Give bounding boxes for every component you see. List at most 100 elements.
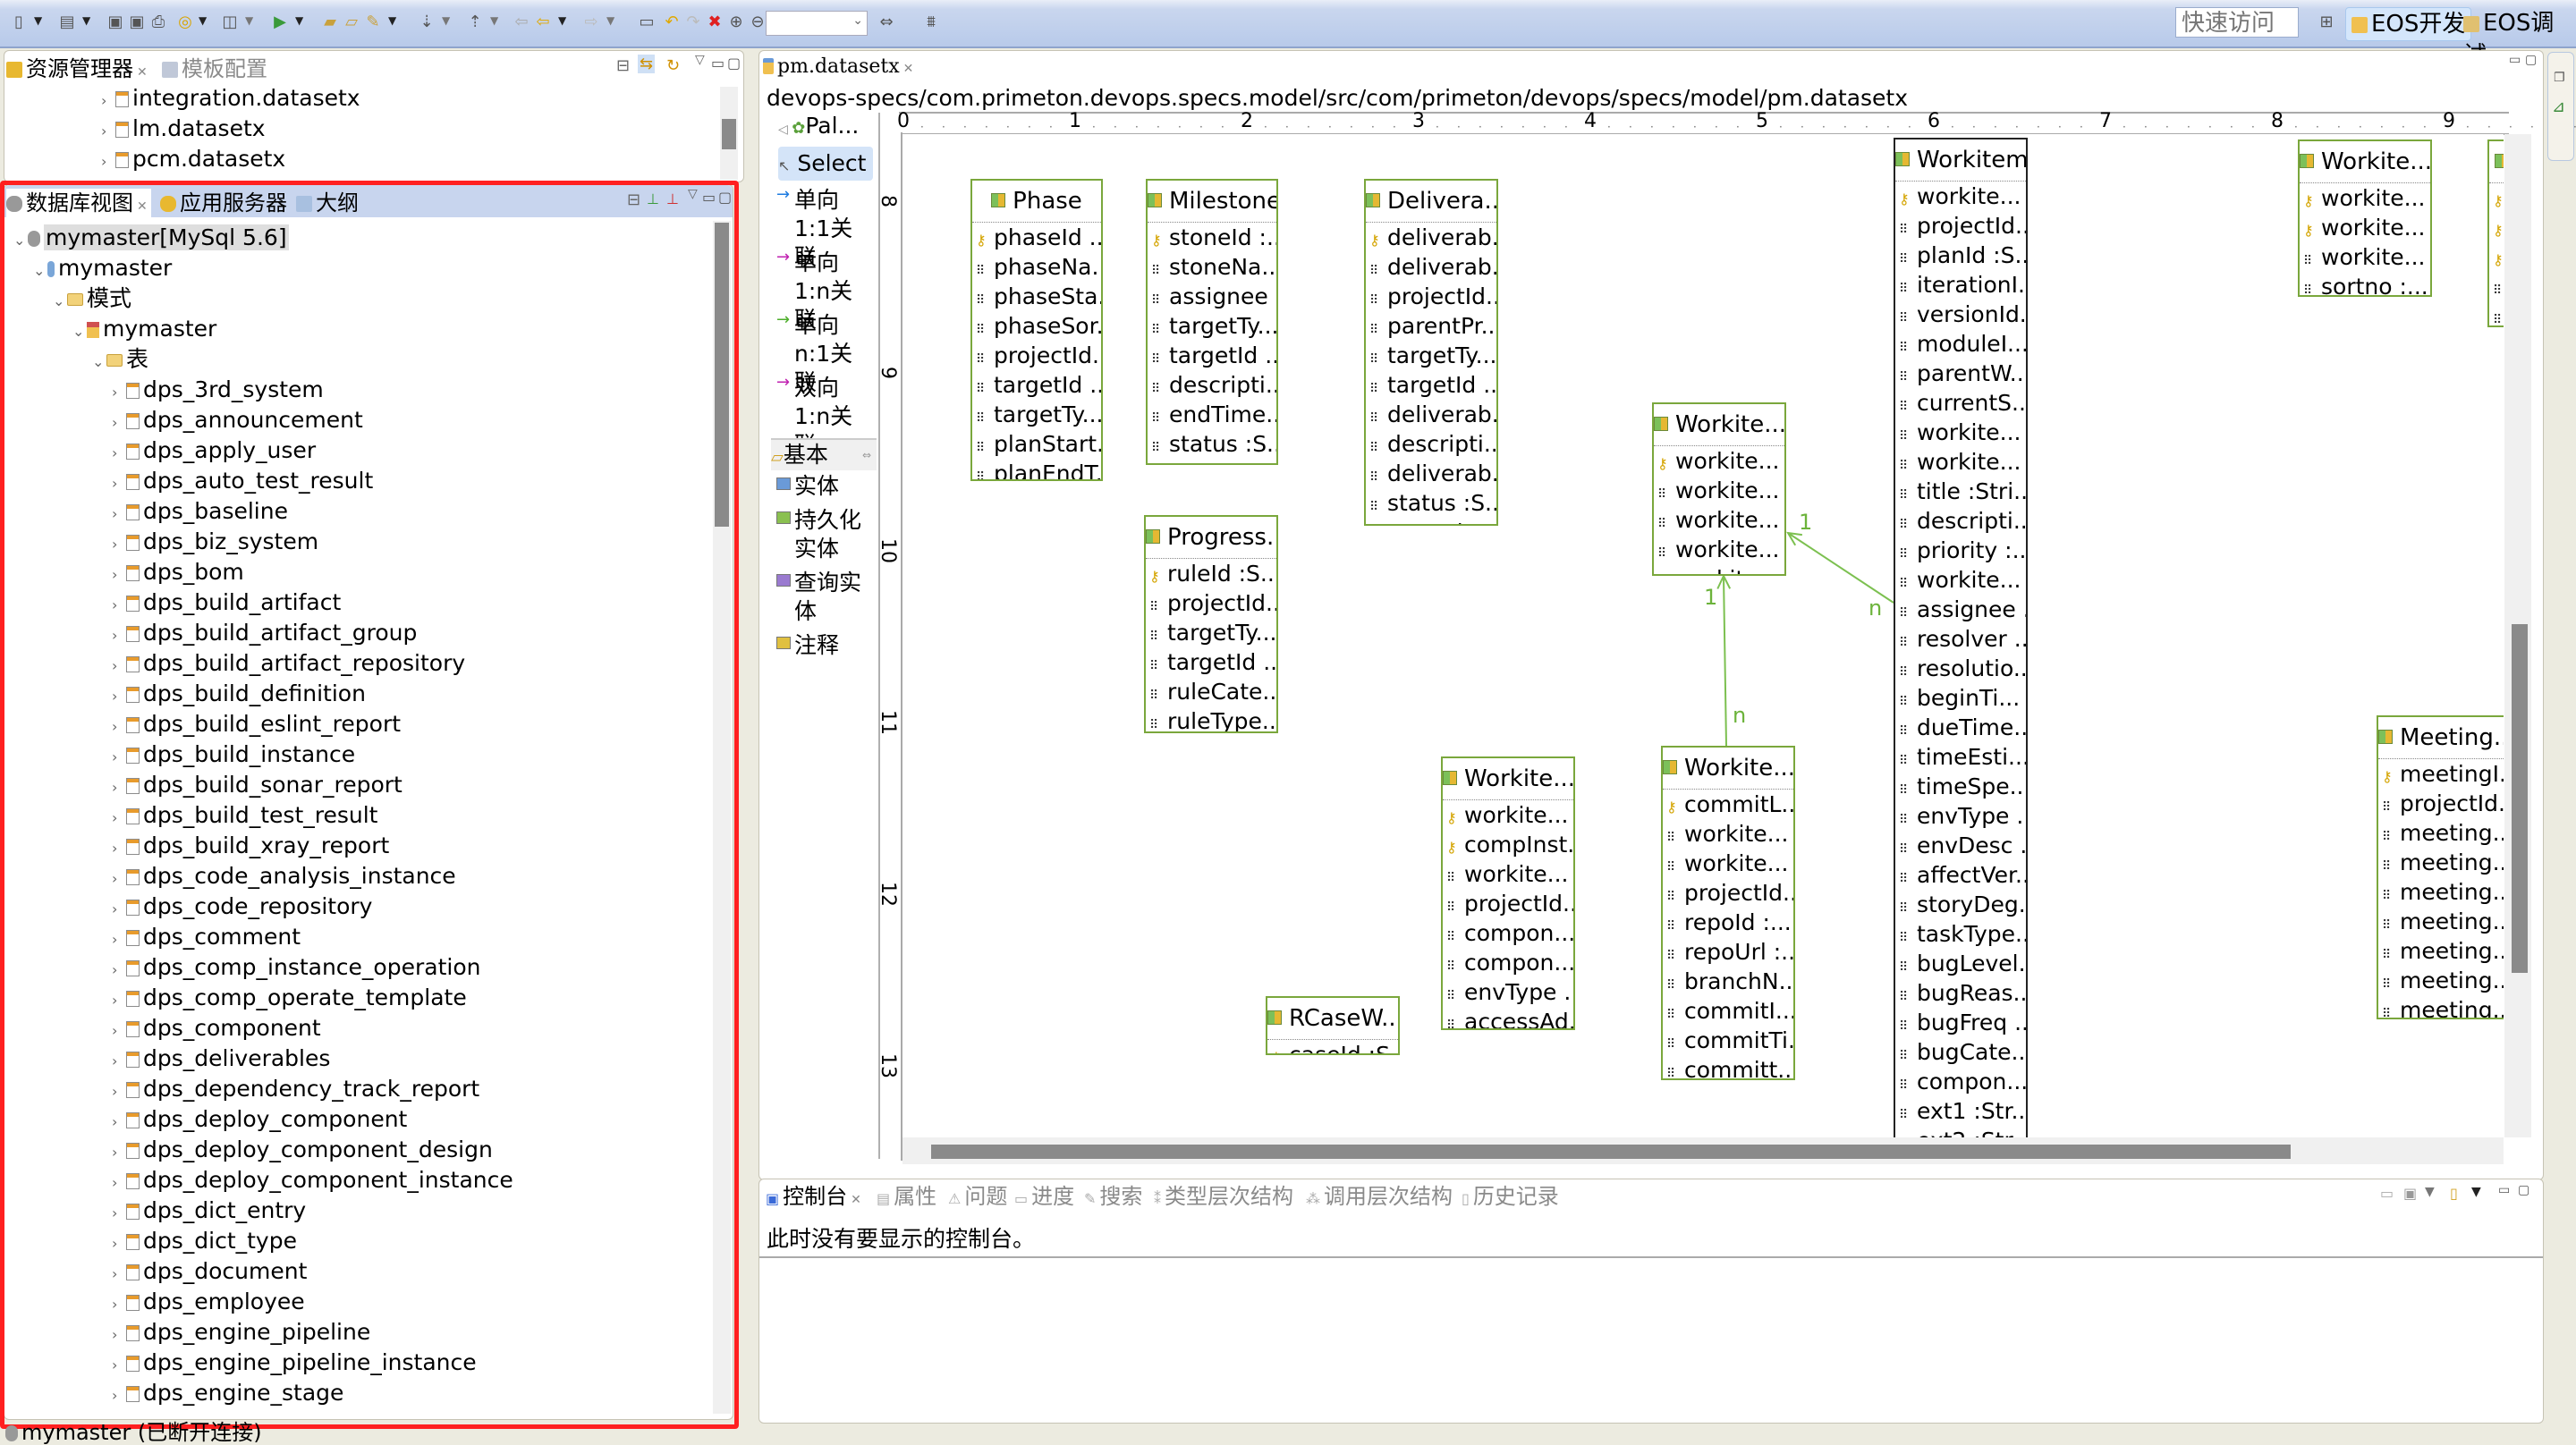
entity-attribute[interactable]: ⠿ bugCate...: [1895, 1037, 2026, 1067]
open-console-dropdown[interactable]: ▼: [2471, 1185, 2481, 1199]
chevron-right-icon[interactable]: ›: [112, 955, 126, 985]
relation-line[interactable]: [1787, 532, 1894, 604]
chevron-right-icon[interactable]: ›: [112, 1168, 126, 1198]
entity-attribute[interactable]: ⠿ projectId...: [1895, 211, 2026, 241]
console-tab-1[interactable]: ▤ 属性: [877, 1182, 936, 1213]
entity-attribute[interactable]: ⠿ phaseSta...: [972, 282, 1101, 311]
diagram-canvas[interactable]: Phase ⚷ phaseId ... ⠿ phaseNa... ⠿ phaseSta...…: [902, 134, 2504, 1137]
entity-attribute[interactable]: ⠿ projectId...: [2378, 789, 2504, 818]
entity-attribute[interactable]: ⠿workite...: [1895, 447, 2026, 477]
entity-attribute[interactable]: ⠿workite...: [1654, 476, 1784, 505]
table-item[interactable]: › dps_announcement: [112, 405, 363, 435]
entity-attribute[interactable]: ⠿ priority :...: [1895, 536, 2026, 565]
entity-attribute[interactable]: ⠿ targetTy...: [1148, 311, 1276, 341]
disconnect-icon[interactable]: ⊥: [666, 190, 679, 207]
delete-icon[interactable]: ✖: [705, 13, 724, 32]
entity-workitem-rel1[interactable]: Workite... ⚷ workite... ⠿ workite... ⠿ workite…: [1652, 402, 1786, 576]
table-item[interactable]: › dps_bom: [112, 557, 244, 587]
chevron-right-icon[interactable]: ›: [112, 408, 126, 438]
file-item[interactable]: › integration.datasetx: [101, 83, 360, 114]
canvas-vscrollbar[interactable]: [2504, 134, 2531, 1137]
entity-attribute[interactable]: ⚷ commitL...: [1663, 790, 1793, 819]
open-folder-icon[interactable]: ▰: [320, 13, 340, 32]
entity-attribute[interactable]: ⠿workite...: [1654, 564, 1784, 574]
layout-icon[interactable]: ⇔: [877, 13, 896, 32]
view-menu-icon[interactable]: ▽: [688, 187, 698, 201]
entity-attribute[interactable]: ⠿ dueTime...: [1895, 713, 2026, 742]
prev-annotation-icon[interactable]: ⇡: [465, 13, 485, 32]
table-item[interactable]: › dps_dict_entry: [112, 1196, 306, 1226]
chevron-right-icon[interactable]: ›: [112, 1381, 126, 1411]
entity-partial[interactable]: ⚷ ⚷ ⚷ ⠿ ⠿: [2487, 139, 2504, 327]
entity-attribute[interactable]: ⠿ deliverab...: [1366, 252, 1496, 282]
palette-item[interactable]: 持久化实体: [776, 506, 875, 563]
entity-attribute[interactable]: ⚷: [2489, 242, 2504, 272]
entity-attribute[interactable]: ⠿workite...: [1443, 859, 1573, 889]
entity-attribute[interactable]: ⠿ meeting...: [2378, 966, 2504, 995]
maximize-icon[interactable]: ▢: [718, 189, 732, 206]
tree-schema[interactable]: ⌄ mymaster: [72, 314, 216, 344]
table-item[interactable]: › dps_build_test_result: [112, 800, 377, 831]
table-item[interactable]: › dps_code_analysis_instance: [112, 861, 456, 892]
tab-resource-explorer[interactable]: 资源管理器 ✕: [6, 55, 148, 83]
entity-attribute[interactable]: ⠿ versionId...: [1895, 300, 2026, 329]
entity-attribute[interactable]: ⠿ parentPr...: [1366, 311, 1496, 341]
entity-attribute[interactable]: ⠿ timeSpe...: [1895, 772, 2026, 801]
entity-attribute[interactable]: ⠿ descripti...: [1366, 429, 1496, 459]
chevron-right-icon[interactable]: ›: [112, 377, 126, 408]
perspective-eos-dev[interactable]: EOS开发: [2345, 7, 2472, 41]
entity-attribute[interactable]: ⚷ phaseId ...: [972, 223, 1101, 252]
file-item[interactable]: › lm.datasetx: [101, 114, 266, 144]
table-item[interactable]: › dps_build_sonar_report: [112, 770, 402, 800]
entity-attribute[interactable]: ⠿ taskType...: [1895, 919, 2026, 949]
entity-attribute[interactable]: ⠿ status :S...: [1366, 488, 1496, 518]
entity-attribute[interactable]: ⠿ descripti...: [1148, 370, 1276, 400]
entity-attribute[interactable]: ⚷ deliverab...: [1366, 223, 1496, 252]
console-tab-2[interactable]: ⚠ 问题: [948, 1182, 1007, 1213]
server-icon[interactable]: ◎: [175, 13, 195, 32]
chevron-right-icon[interactable]: ›: [112, 499, 126, 529]
entity-rcase[interactable]: RCaseW... ⚷caseId :S...: [1266, 996, 1400, 1055]
entity-workitem[interactable]: Workitem ⚷ workite... ⠿ projectId... ⠿ planId …: [1894, 138, 2028, 1137]
chevron-right-icon[interactable]: ›: [112, 529, 126, 560]
save-all-icon[interactable]: ▣: [127, 13, 147, 32]
chevron-left-icon[interactable]: ◁: [778, 123, 792, 137]
entity-attribute[interactable]: ⠿ planStart...: [972, 429, 1101, 459]
scroll-thumb[interactable]: [931, 1145, 2291, 1159]
chevron-down-icon[interactable]: ⌄: [53, 286, 67, 317]
palette-group-basic[interactable]: ▱基本 ⇔: [771, 438, 877, 470]
entity-attribute[interactable]: ⠿ storyDeg...: [1895, 890, 2026, 919]
table-item[interactable]: › dps_comment: [112, 922, 301, 952]
entity-attribute[interactable]: ⠿ resolver ...: [1895, 624, 2026, 654]
entity-attribute[interactable]: ⠿ planId :S...: [1895, 241, 2026, 270]
entity-attribute[interactable]: ⠿ branchN...: [1663, 967, 1793, 996]
entity-deliverable[interactable]: Delivera... ⚷ deliverab... ⠿ deliverab... ⠿ pr…: [1364, 179, 1498, 526]
entity-attribute[interactable]: ⚷ meetingI...: [2378, 759, 2504, 789]
entity-attribute[interactable]: ⠿ ext1 :Str...: [1895, 1096, 2026, 1126]
chevron-right-icon[interactable]: ›: [112, 864, 126, 894]
chevron-right-icon[interactable]: ›: [101, 86, 115, 116]
chevron-right-icon[interactable]: ›: [112, 681, 126, 712]
pin-icon[interactable]: ⇔: [862, 440, 871, 470]
new-dropdown[interactable]: ▼: [34, 14, 47, 27]
entity-attribute[interactable]: ⠿ commitTi...: [1663, 1026, 1793, 1055]
view-menu-icon[interactable]: ▽: [695, 53, 705, 67]
entity-attribute[interactable]: ⚷ workite...: [2300, 183, 2430, 213]
tab-app-server[interactable]: 应用服务器: [160, 189, 287, 217]
entity-attribute[interactable]: ⠿ targetTy...: [1366, 341, 1496, 370]
open-perspective-icon[interactable]: ⊞: [2317, 13, 2336, 32]
entity-attribute[interactable]: ⚷ workite...: [1443, 800, 1573, 830]
back-disabled-icon[interactable]: ⇦: [512, 13, 531, 32]
entity-attribute[interactable]: ⠿ ruleCate...: [1146, 677, 1276, 706]
chevron-down-icon[interactable]: ⌄: [72, 317, 87, 347]
deploy-dropdown[interactable]: ▼: [245, 14, 258, 27]
chevron-right-icon[interactable]: ›: [112, 925, 126, 955]
entity-attribute[interactable]: ⠿ status :S...: [1148, 429, 1276, 459]
table-item[interactable]: › dps_document: [112, 1256, 307, 1287]
chevron-right-icon[interactable]: ›: [112, 1077, 126, 1107]
entity-attribute[interactable]: ⚷ compInst...: [1443, 830, 1573, 859]
entity-attribute[interactable]: ⠿workite...: [1663, 849, 1793, 878]
redo-icon[interactable]: ↷: [683, 13, 703, 32]
run-icon[interactable]: ▶: [270, 13, 290, 32]
console-tab-7[interactable]: ▯ 历史记录: [1462, 1182, 1559, 1213]
